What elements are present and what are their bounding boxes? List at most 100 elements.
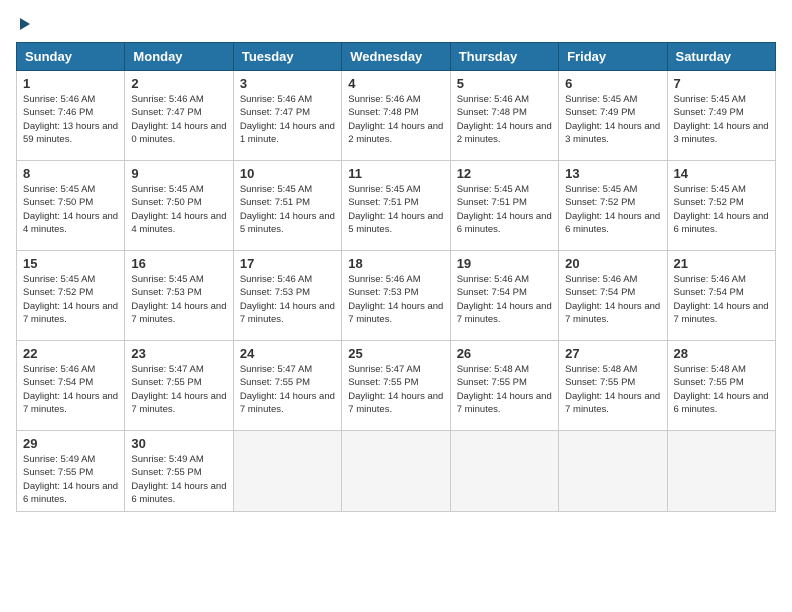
day-info: Sunrise: 5:46 AMSunset: 7:54 PMDaylight:… [674,273,769,326]
day-info: Sunrise: 5:45 AMSunset: 7:52 PMDaylight:… [23,273,118,326]
day-info: Sunrise: 5:46 AMSunset: 7:54 PMDaylight:… [565,273,660,326]
day-info: Sunrise: 5:49 AMSunset: 7:55 PMDaylight:… [131,453,226,506]
calendar-cell: 6 Sunrise: 5:45 AMSunset: 7:49 PMDaylight… [559,71,667,161]
day-number: 4 [348,76,443,91]
calendar-cell: 20 Sunrise: 5:46 AMSunset: 7:54 PMDayligh… [559,251,667,341]
day-info: Sunrise: 5:47 AMSunset: 7:55 PMDaylight:… [348,363,443,416]
day-info: Sunrise: 5:46 AMSunset: 7:54 PMDaylight:… [23,363,118,416]
calendar-cell: 10Sunrise: 5:45 AMSunset: 7:51 PMDayligh… [233,161,341,251]
day-number: 2 [131,76,226,91]
day-info: Sunrise: 5:46 AMSunset: 7:48 PMDaylight:… [457,93,552,146]
calendar-header-tuesday: Tuesday [233,43,341,71]
calendar-cell [342,431,450,512]
calendar-cell: 12 Sunrise: 5:45 AMSunset: 7:51 PMDayligh… [450,161,558,251]
day-number: 7 [674,76,769,91]
calendar-week-row: 29 Sunrise: 5:49 AMSunset: 7:55 PMDayligh… [17,431,776,512]
day-number: 11 [348,166,443,181]
day-number: 8 [23,166,118,181]
day-number: 28 [674,346,769,361]
calendar-week-row: 15 Sunrise: 5:45 AMSunset: 7:52 PMDayligh… [17,251,776,341]
calendar-header-friday: Friday [559,43,667,71]
calendar-cell: 26 Sunrise: 5:48 AMSunset: 7:55 PMDayligh… [450,341,558,431]
calendar-cell [667,431,775,512]
calendar-cell: 7 Sunrise: 5:45 AMSunset: 7:49 PMDaylight… [667,71,775,161]
calendar-cell: 29 Sunrise: 5:49 AMSunset: 7:55 PMDayligh… [17,431,125,512]
day-number: 18 [348,256,443,271]
day-number: 17 [240,256,335,271]
day-info: Sunrise: 5:45 AMSunset: 7:51 PMDaylight:… [240,183,335,236]
day-info: Sunrise: 5:45 AMSunset: 7:53 PMDaylight:… [131,273,226,326]
day-number: 9 [131,166,226,181]
day-number: 22 [23,346,118,361]
calendar-cell: 19 Sunrise: 5:46 AMSunset: 7:54 PMDayligh… [450,251,558,341]
day-info: Sunrise: 5:45 AMSunset: 7:52 PMDaylight:… [565,183,660,236]
logo [16,16,30,30]
calendar-cell: 27 Sunrise: 5:48 AMSunset: 7:55 PMDayligh… [559,341,667,431]
day-number: 29 [23,436,118,451]
calendar-table: SundayMondayTuesdayWednesdayThursdayFrid… [16,42,776,512]
day-info: Sunrise: 5:45 AMSunset: 7:50 PMDaylight:… [131,183,226,236]
calendar-cell: 21 Sunrise: 5:46 AMSunset: 7:54 PMDayligh… [667,251,775,341]
day-info: Sunrise: 5:46 AMSunset: 7:54 PMDaylight:… [457,273,552,326]
day-number: 6 [565,76,660,91]
calendar-cell: 2 Sunrise: 5:46 AMSunset: 7:47 PMDaylight… [125,71,233,161]
day-number: 27 [565,346,660,361]
calendar-cell: 8 Sunrise: 5:45 AMSunset: 7:50 PMDaylight… [17,161,125,251]
day-info: Sunrise: 5:46 AMSunset: 7:47 PMDaylight:… [131,93,226,146]
calendar-week-row: 8 Sunrise: 5:45 AMSunset: 7:50 PMDaylight… [17,161,776,251]
day-number: 20 [565,256,660,271]
day-number: 26 [457,346,552,361]
day-number: 14 [674,166,769,181]
calendar-cell: 25Sunrise: 5:47 AMSunset: 7:55 PMDayligh… [342,341,450,431]
day-info: Sunrise: 5:45 AMSunset: 7:49 PMDaylight:… [674,93,769,146]
day-info: Sunrise: 5:49 AMSunset: 7:55 PMDaylight:… [23,453,118,506]
calendar-cell: 15 Sunrise: 5:45 AMSunset: 7:52 PMDayligh… [17,251,125,341]
calendar-cell: 24Sunrise: 5:47 AMSunset: 7:55 PMDayligh… [233,341,341,431]
day-info: Sunrise: 5:45 AMSunset: 7:50 PMDaylight:… [23,183,118,236]
calendar-week-row: 1Sunrise: 5:46 AMSunset: 7:46 PMDaylight… [17,71,776,161]
calendar-cell: 13 Sunrise: 5:45 AMSunset: 7:52 PMDayligh… [559,161,667,251]
day-number: 16 [131,256,226,271]
day-number: 5 [457,76,552,91]
day-info: Sunrise: 5:48 AMSunset: 7:55 PMDaylight:… [565,363,660,416]
header [16,16,776,30]
calendar-header-saturday: Saturday [667,43,775,71]
calendar-header-monday: Monday [125,43,233,71]
day-number: 19 [457,256,552,271]
calendar-cell [450,431,558,512]
day-number: 12 [457,166,552,181]
day-info: Sunrise: 5:45 AMSunset: 7:52 PMDaylight:… [674,183,769,236]
day-number: 1 [23,76,118,91]
calendar-header-thursday: Thursday [450,43,558,71]
calendar-cell: 28Sunrise: 5:48 AMSunset: 7:55 PMDayligh… [667,341,775,431]
calendar-cell: 5 Sunrise: 5:46 AMSunset: 7:48 PMDaylight… [450,71,558,161]
day-number: 24 [240,346,335,361]
day-number: 15 [23,256,118,271]
day-number: 30 [131,436,226,451]
day-info: Sunrise: 5:46 AMSunset: 7:48 PMDaylight:… [348,93,443,146]
calendar-header-wednesday: Wednesday [342,43,450,71]
calendar-cell: 17Sunrise: 5:46 AMSunset: 7:53 PMDayligh… [233,251,341,341]
calendar-cell: 23 Sunrise: 5:47 AMSunset: 7:55 PMDayligh… [125,341,233,431]
day-info: Sunrise: 5:45 AMSunset: 7:49 PMDaylight:… [565,93,660,146]
day-info: Sunrise: 5:45 AMSunset: 7:51 PMDaylight:… [457,183,552,236]
calendar-cell: 3 Sunrise: 5:46 AMSunset: 7:47 PMDaylight… [233,71,341,161]
day-number: 3 [240,76,335,91]
calendar-cell: 16 Sunrise: 5:45 AMSunset: 7:53 PMDayligh… [125,251,233,341]
calendar-cell: 30 Sunrise: 5:49 AMSunset: 7:55 PMDayligh… [125,431,233,512]
calendar-week-row: 22 Sunrise: 5:46 AMSunset: 7:54 PMDayligh… [17,341,776,431]
day-info: Sunrise: 5:48 AMSunset: 7:55 PMDaylight:… [457,363,552,416]
calendar-cell: 18Sunrise: 5:46 AMSunset: 7:53 PMDayligh… [342,251,450,341]
calendar-cell [559,431,667,512]
logo-arrow-icon [20,18,30,30]
day-info: Sunrise: 5:46 AMSunset: 7:47 PMDaylight:… [240,93,335,146]
calendar-cell: 9 Sunrise: 5:45 AMSunset: 7:50 PMDaylight… [125,161,233,251]
day-number: 21 [674,256,769,271]
calendar-cell [233,431,341,512]
day-number: 13 [565,166,660,181]
calendar-cell: 11Sunrise: 5:45 AMSunset: 7:51 PMDayligh… [342,161,450,251]
calendar-cell: 1Sunrise: 5:46 AMSunset: 7:46 PMDaylight… [17,71,125,161]
day-number: 23 [131,346,226,361]
day-info: Sunrise: 5:47 AMSunset: 7:55 PMDaylight:… [131,363,226,416]
calendar-cell: 22 Sunrise: 5:46 AMSunset: 7:54 PMDayligh… [17,341,125,431]
